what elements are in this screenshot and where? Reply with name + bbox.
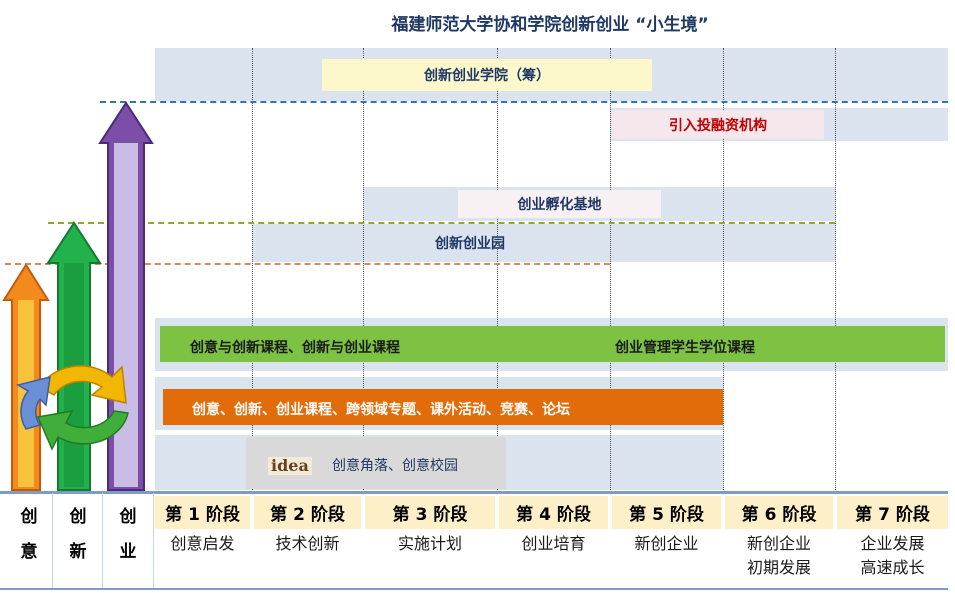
- level-line-green: [48, 222, 835, 224]
- stage-7-header: 第 7 阶段: [837, 496, 948, 529]
- stage-4-desc: 创业培育: [521, 534, 586, 553]
- stage-divider: [835, 48, 836, 490]
- activities-label: 创意、创新、创业课程、跨领域专题、课外活动、竞赛、论坛: [192, 402, 570, 418]
- diagram-title: 福建师范大学协和学院创新创业 “小生境”: [391, 15, 709, 35]
- left-label-idea-bottom: 意: [20, 542, 38, 562]
- table-bottom-border: [0, 588, 948, 590]
- incubator-box: 创业孵化基地: [458, 190, 661, 218]
- stage-4-header: 第 4 阶段: [499, 496, 608, 529]
- left-label-venture-bottom: 业: [119, 542, 137, 562]
- stage-5-desc: 新创企业: [634, 534, 699, 553]
- left-label-idea-top: 创: [20, 507, 38, 527]
- stage-3-header: 第 3 阶段: [365, 496, 495, 529]
- left-label-innovate-bottom: 新: [69, 542, 87, 562]
- level-line-purple: [100, 101, 948, 103]
- park-box: 创新创业园: [435, 236, 505, 252]
- stage-7-desc: 企业发展 高速成长: [860, 534, 925, 577]
- investment-box: 引入投融资机构: [612, 110, 824, 139]
- left-label-venture-top: 创: [119, 507, 137, 527]
- course-label-innovation: 创意与创新课程、创新与创业课程: [190, 340, 400, 356]
- table-divider: [153, 493, 154, 588]
- idea-corner-label: 创意角落、创意校园: [332, 458, 458, 474]
- stage-3-desc: 实施计划: [397, 534, 462, 553]
- table-top-border: [0, 491, 948, 494]
- stage-2-header: 第 2 阶段: [254, 496, 361, 529]
- table-divider: [52, 493, 53, 588]
- stage-5-header: 第 5 阶段: [612, 496, 721, 529]
- table-divider: [102, 493, 103, 588]
- ascending-arrows: [2, 101, 154, 491]
- stage-1-desc: 创意启发: [170, 534, 235, 553]
- course-label-degree: 创业管理学生学位课程: [615, 340, 755, 356]
- stage-2-desc: 技术创新: [275, 534, 340, 553]
- stage-6-desc: 新创企业 初期发展: [746, 534, 811, 577]
- left-label-innovate-top: 创: [69, 507, 87, 527]
- academy-box: 创新创业学院（筹）: [322, 59, 652, 91]
- stage-6-header: 第 6 阶段: [725, 496, 833, 529]
- idea-logo: idea: [268, 457, 312, 475]
- stage-1-header: 第 1 阶段: [155, 496, 250, 529]
